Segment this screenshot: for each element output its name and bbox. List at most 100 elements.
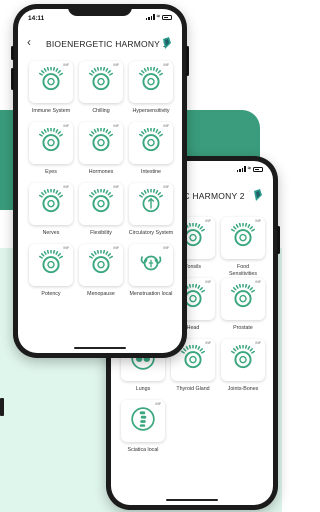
status-icons: ≈	[236, 166, 263, 172]
tile-label: Prostate	[233, 325, 253, 331]
grid-tile[interactable]: INF Joints-Bones	[219, 339, 267, 400]
phone-1-screen: 14:11 ≈ ‹ BIOENERGETIC HARMONY 1 INF Immu…	[18, 9, 182, 353]
uterus-icon	[138, 250, 164, 281]
inf-badge: INF	[163, 124, 169, 128]
tile-label: Intestine	[140, 169, 162, 175]
home-indicator	[166, 498, 218, 501]
grid-tile[interactable]: INF Menstruation local	[127, 244, 175, 305]
tile-label: Nerves	[42, 230, 60, 236]
tile-label: Sciatica local	[127, 447, 159, 453]
stress-ring-icon	[138, 126, 164, 159]
grid-tile[interactable]: INF Hypersensitivity	[127, 61, 175, 122]
inf-badge: INF	[205, 280, 211, 284]
grid-tile[interactable]: INF Hormones	[77, 122, 125, 183]
tile-label: Potency	[41, 291, 61, 297]
stress-ring-icon	[230, 343, 256, 376]
back-arrow-icon[interactable]: ‹	[27, 35, 31, 49]
tile-card[interactable]: INF	[221, 339, 265, 381]
grid-tile[interactable]: INF Menopause	[77, 244, 125, 305]
inf-badge: INF	[255, 219, 261, 223]
grid-tile[interactable]: INF Sciatica local	[119, 400, 167, 461]
circulation-icon	[138, 187, 164, 220]
tile-card[interactable]: INF	[29, 183, 73, 225]
tile-label: Food Sensitivities	[229, 264, 257, 277]
grid-tile[interactable]: INF Immune System	[27, 61, 75, 122]
page-title: IC HARMONY 2	[181, 191, 245, 201]
stress-ring-icon	[180, 343, 206, 376]
tile-label: Thyroid Gland	[176, 386, 210, 392]
stress-ring-icon	[38, 126, 64, 159]
stress-ring-icon	[138, 65, 164, 98]
inf-badge: INF	[205, 341, 211, 345]
grid-tile[interactable]: INF Nerves	[27, 183, 75, 244]
tile-label: Joints-Bones	[227, 386, 259, 392]
tile-label: Lungs	[135, 386, 151, 392]
stress-ring-icon	[230, 282, 256, 315]
tile-label: Menstruation local	[129, 291, 173, 297]
tile-label: Hypersensitivity	[132, 108, 170, 114]
tile-card[interactable]: INF	[121, 400, 165, 442]
stress-ring-icon	[38, 248, 64, 281]
tile-card[interactable]: INF	[79, 61, 123, 103]
grid-tile[interactable]: INF Flexibility	[77, 183, 125, 244]
tile-card[interactable]: INF	[129, 122, 173, 164]
item-grid: INF Immune System INF Chilling INF Hypersensi…	[27, 61, 175, 305]
app-logo-icon[interactable]	[162, 37, 172, 49]
tile-label: Eyes	[45, 169, 57, 175]
tile-card[interactable]: INF	[129, 244, 173, 286]
tile-label: Flexibility	[90, 230, 112, 236]
decorative-mark	[0, 398, 4, 416]
inf-badge: INF	[255, 280, 261, 284]
grid-tile[interactable]: INF Intestine	[127, 122, 175, 183]
grid-tile[interactable]: INF Circulatory System	[127, 183, 175, 244]
tile-card[interactable]: INF	[29, 122, 73, 164]
inf-badge: INF	[163, 246, 169, 250]
inf-badge: INF	[205, 219, 211, 223]
tile-label: Circulatory System	[128, 230, 174, 236]
inf-badge: INF	[163, 185, 169, 189]
inf-badge: INF	[255, 341, 261, 345]
inf-badge: INF	[113, 185, 119, 189]
tile-card[interactable]: INF	[29, 61, 73, 103]
tile-label: Chilling	[92, 108, 110, 114]
app-logo-icon[interactable]	[253, 189, 263, 201]
tile-card[interactable]: INF	[221, 217, 265, 259]
grid-tile[interactable]: INF Potency	[27, 244, 75, 305]
grid-tile[interactable]: INF Eyes	[27, 122, 75, 183]
inf-badge: INF	[63, 185, 69, 189]
phone-harmony-1: 14:11 ≈ ‹ BIOENERGETIC HARMONY 1 INF Immu…	[11, 4, 189, 358]
stress-ring-icon	[38, 187, 64, 220]
tile-label: Hormones	[88, 169, 114, 175]
grid-tile[interactable]: INF Prostate	[219, 278, 267, 339]
inf-badge: INF	[113, 246, 119, 250]
tile-card[interactable]: INF	[221, 278, 265, 320]
tile-card[interactable]: INF	[79, 183, 123, 225]
tile-card[interactable]: INF	[129, 61, 173, 103]
status-icons: ≈	[145, 14, 172, 20]
tile-label: Menopause	[87, 291, 115, 297]
inf-badge: INF	[63, 124, 69, 128]
stress-ring-icon	[38, 65, 64, 98]
inf-badge: INF	[63, 246, 69, 250]
inf-badge: INF	[155, 402, 161, 406]
stress-ring-icon	[88, 65, 114, 98]
grid-tile[interactable]: INF Food Sensitivities	[219, 217, 267, 278]
inf-badge: INF	[113, 124, 119, 128]
home-indicator	[74, 346, 126, 349]
tile-card[interactable]: INF	[79, 244, 123, 286]
inf-badge: INF	[63, 63, 69, 67]
page-title: BIOENERGETIC HARMONY 1	[46, 39, 168, 49]
tile-card[interactable]: INF	[79, 122, 123, 164]
stress-ring-icon	[88, 126, 114, 159]
inf-badge: INF	[113, 63, 119, 67]
grid-tile[interactable]: INF Chilling	[77, 61, 125, 122]
spine-icon	[130, 406, 156, 437]
tile-label: Immune System	[31, 108, 71, 114]
tile-card[interactable]: INF	[129, 183, 173, 225]
inf-badge: INF	[163, 63, 169, 67]
status-time: 14:11	[28, 15, 45, 22]
stress-ring-icon	[88, 187, 114, 220]
stress-ring-icon	[230, 221, 256, 254]
stress-ring-icon	[88, 248, 114, 281]
tile-card[interactable]: INF	[29, 244, 73, 286]
